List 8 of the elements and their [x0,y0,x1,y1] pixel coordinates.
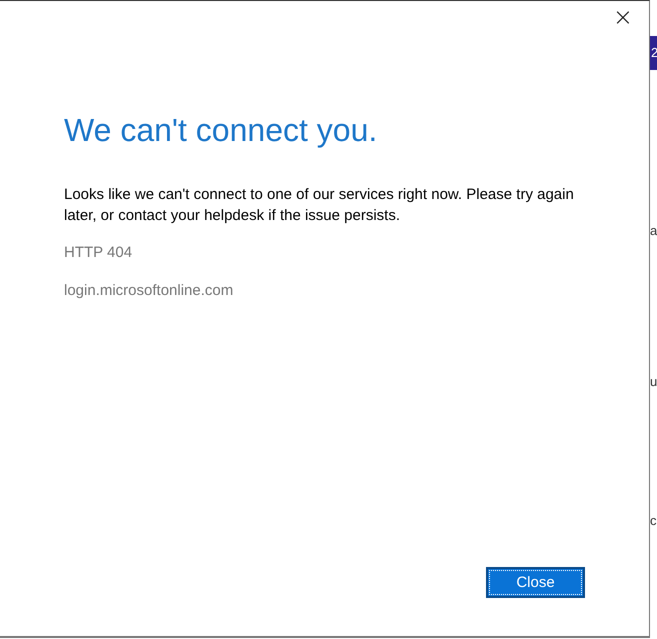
text-fragment: a [650,223,657,238]
error-code: HTTP 404 [64,244,134,261]
text-fragment: c [650,513,657,528]
dialog-title: We can't connect you. [64,112,378,149]
host-name: login.microsoftonline.com [64,282,234,299]
error-message: Looks like we can't connect to one of our services right now. Please try again later, or contact your helpdesk if the issue persists. [64,185,575,226]
close-button[interactable]: Close [486,567,585,598]
text-fragment: u [650,374,657,389]
